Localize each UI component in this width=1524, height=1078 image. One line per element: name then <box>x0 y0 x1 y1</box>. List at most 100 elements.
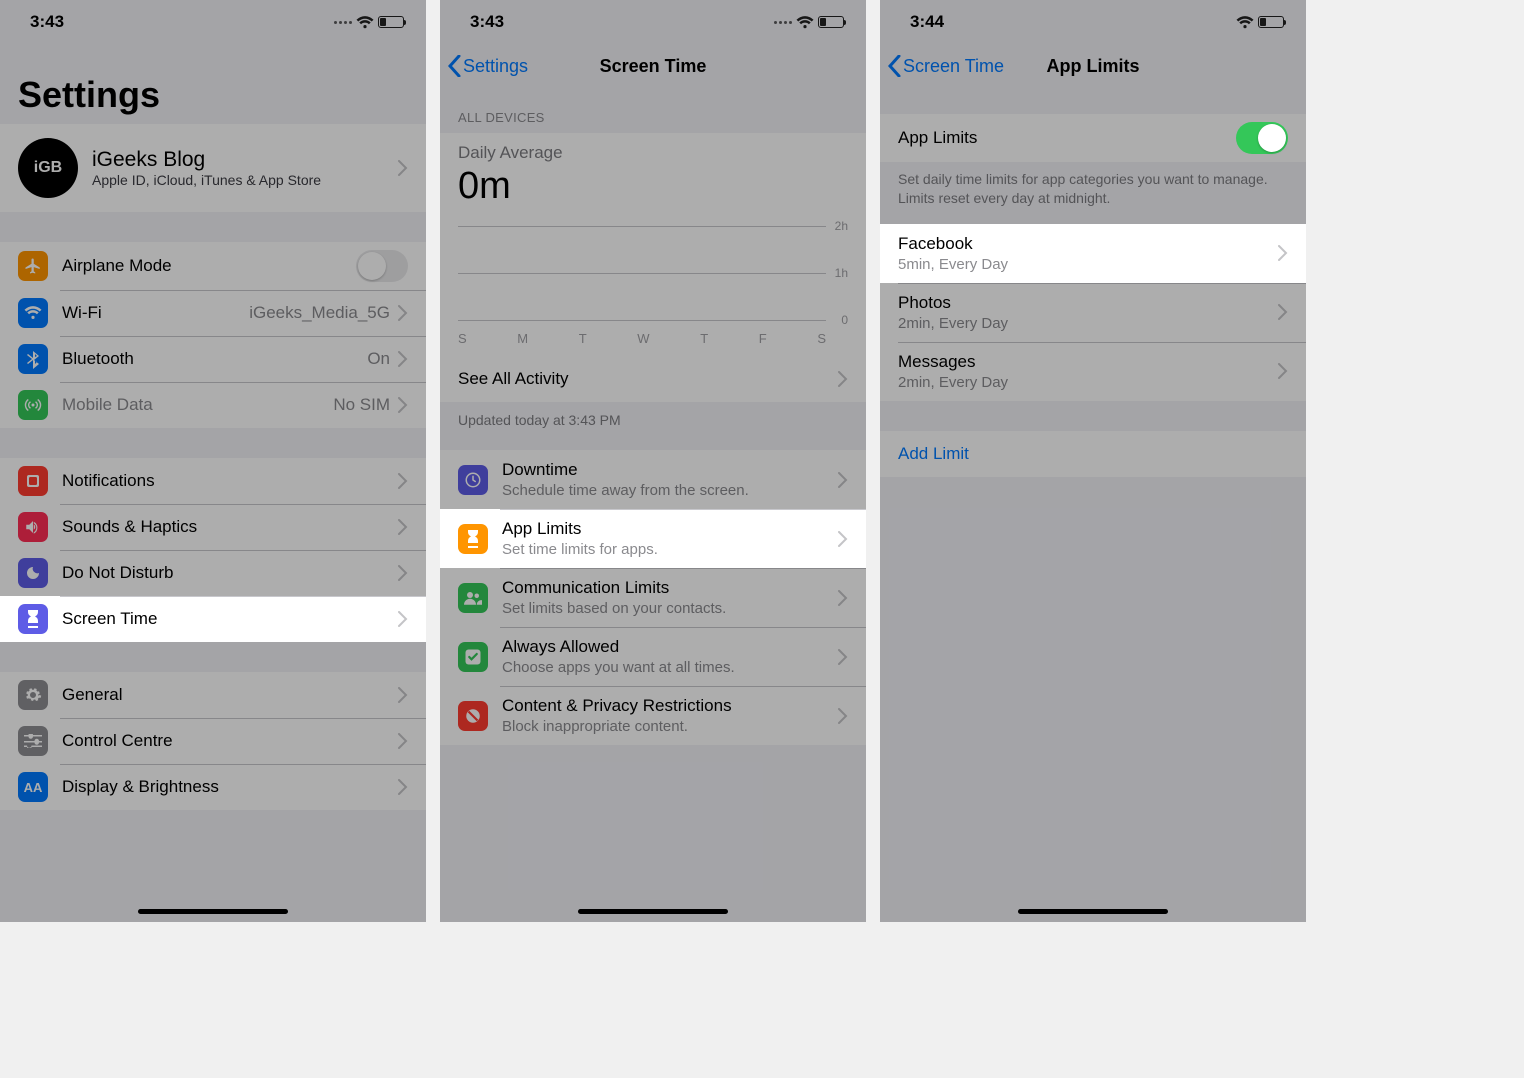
chevron-right-icon <box>398 687 408 703</box>
wifi-square-icon <box>18 298 48 328</box>
sliders-icon <box>18 726 48 756</box>
wifi-icon <box>356 16 374 29</box>
downtime-label: Downtime <box>502 460 838 480</box>
status-bar: 3:43 <box>440 0 866 44</box>
display-label: Display & Brightness <box>62 777 398 797</box>
hourglass-icon <box>18 604 48 634</box>
app-limits-toggle-row[interactable]: App Limits <box>880 114 1306 162</box>
gear-icon <box>18 680 48 710</box>
comm-limits-label: Communication Limits <box>502 578 838 598</box>
dnd-label: Do Not Disturb <box>62 563 398 583</box>
see-all-activity-row[interactable]: See All Activity <box>440 356 866 402</box>
chart-day-label: W <box>637 331 649 346</box>
wifi-row[interactable]: Wi-Fi iGeeks_Media_5G <box>0 290 426 336</box>
chart-day-label: S <box>817 331 826 346</box>
screen-time-label: Screen Time <box>62 609 398 629</box>
chevron-right-icon <box>1278 245 1288 261</box>
communication-limits-row[interactable]: Communication Limits Set limits based on… <box>440 568 866 627</box>
chevron-left-icon <box>448 55 461 77</box>
antenna-icon <box>18 390 48 420</box>
profile-detail: Apple ID, iCloud, iTunes & App Store <box>92 172 398 188</box>
speaker-icon <box>18 512 48 542</box>
home-indicator[interactable] <box>138 909 288 914</box>
limit-title: Messages <box>898 352 1278 372</box>
limit-sub: 2min, Every Day <box>898 374 1278 391</box>
app-limits-row[interactable]: App Limits Set time limits for apps. <box>440 509 866 568</box>
screen-time-screen: 3:43 Settings Screen Time ALL DEVICES Da… <box>440 0 866 922</box>
chart-day-label: S <box>458 331 467 346</box>
app-limits-label: App Limits <box>502 519 838 539</box>
content-privacy-sublabel: Block inappropriate content. <box>502 718 838 735</box>
app-limits-screen: 3:44 Screen Time App Limits App Limits S… <box>880 0 1306 922</box>
notifications-row[interactable]: Notifications <box>0 458 426 504</box>
profile-row[interactable]: iGB iGeeks Blog Apple ID, iCloud, iTunes… <box>0 124 426 212</box>
chevron-right-icon <box>838 531 848 547</box>
sounds-row[interactable]: Sounds & Haptics <box>0 504 426 550</box>
airplane-toggle[interactable] <box>356 250 408 282</box>
chevron-right-icon <box>398 397 408 413</box>
clock: 3:44 <box>910 12 944 32</box>
dnd-row[interactable]: Do Not Disturb <box>0 550 426 596</box>
back-button[interactable]: Settings <box>448 44 528 88</box>
wifi-icon <box>796 16 814 29</box>
wifi-value: iGeeks_Media_5G <box>249 303 390 323</box>
chevron-right-icon <box>398 611 408 627</box>
chart-y-label: 0 <box>841 313 848 327</box>
mobile-data-value: No SIM <box>333 395 390 415</box>
usage-chart: 2h 1h 0 S M T W T F S <box>458 216 848 346</box>
no-entry-icon <box>458 701 488 731</box>
lte-dots-icon <box>774 21 792 24</box>
bluetooth-icon <box>18 344 48 374</box>
chevron-right-icon <box>838 371 848 387</box>
downtime-row[interactable]: Downtime Schedule time away from the scr… <box>440 450 866 509</box>
notifications-label: Notifications <box>62 471 398 491</box>
chevron-right-icon <box>838 708 848 724</box>
bluetooth-row[interactable]: Bluetooth On <box>0 336 426 382</box>
limit-row-photos[interactable]: Photos 2min, Every Day <box>880 283 1306 342</box>
nav-title: App Limits <box>1047 56 1140 77</box>
nav-bar: Settings Screen Time <box>440 44 866 88</box>
app-limits-footer: Set daily time limits for app categories… <box>880 162 1306 224</box>
display-brightness-row[interactable]: AA Display & Brightness <box>0 764 426 810</box>
mobile-data-label: Mobile Data <box>62 395 333 415</box>
status-bar: 3:43 <box>0 0 426 44</box>
moon-icon <box>18 558 48 588</box>
lte-dots-icon <box>334 21 352 24</box>
app-limits-toggle[interactable] <box>1236 122 1288 154</box>
control-centre-label: Control Centre <box>62 731 398 751</box>
always-allowed-sublabel: Choose apps you want at all times. <box>502 659 838 676</box>
home-indicator[interactable] <box>578 909 728 914</box>
nav-bar: Screen Time App Limits <box>880 44 1306 88</box>
screen-time-row[interactable]: Screen Time <box>0 596 426 642</box>
airplane-icon <box>18 251 48 281</box>
add-limit-row[interactable]: Add Limit <box>880 431 1306 477</box>
bluetooth-value: On <box>367 349 390 369</box>
page-title: Settings <box>0 44 426 124</box>
chevron-left-icon <box>888 55 901 77</box>
chevron-right-icon <box>838 590 848 606</box>
text-size-icon: AA <box>18 772 48 802</box>
chevron-right-icon <box>398 473 408 489</box>
home-indicator[interactable] <box>1018 909 1168 914</box>
limit-row-messages[interactable]: Messages 2min, Every Day <box>880 342 1306 401</box>
mobile-data-row[interactable]: Mobile Data No SIM <box>0 382 426 428</box>
limit-row-facebook[interactable]: Facebook 5min, Every Day <box>880 224 1306 283</box>
content-privacy-row[interactable]: Content & Privacy Restrictions Block ina… <box>440 686 866 745</box>
chevron-right-icon <box>1278 363 1288 379</box>
always-allowed-row[interactable]: Always Allowed Choose apps you want at a… <box>440 627 866 686</box>
airplane-mode-row[interactable]: Airplane Mode <box>0 242 426 290</box>
content-privacy-label: Content & Privacy Restrictions <box>502 696 838 716</box>
chevron-right-icon <box>838 472 848 488</box>
back-label: Settings <box>463 56 528 77</box>
section-header: ALL DEVICES <box>440 88 866 133</box>
control-centre-row[interactable]: Control Centre <box>0 718 426 764</box>
chevron-right-icon <box>398 519 408 535</box>
app-limits-sublabel: Set time limits for apps. <box>502 541 838 558</box>
back-label: Screen Time <box>903 56 1004 77</box>
updated-note: Updated today at 3:43 PM <box>440 402 866 450</box>
back-button[interactable]: Screen Time <box>888 44 1004 88</box>
avatar: iGB <box>18 138 78 198</box>
general-row[interactable]: General <box>0 672 426 718</box>
add-limit-label: Add Limit <box>898 444 1288 464</box>
stat-label: Daily Average <box>458 143 848 163</box>
